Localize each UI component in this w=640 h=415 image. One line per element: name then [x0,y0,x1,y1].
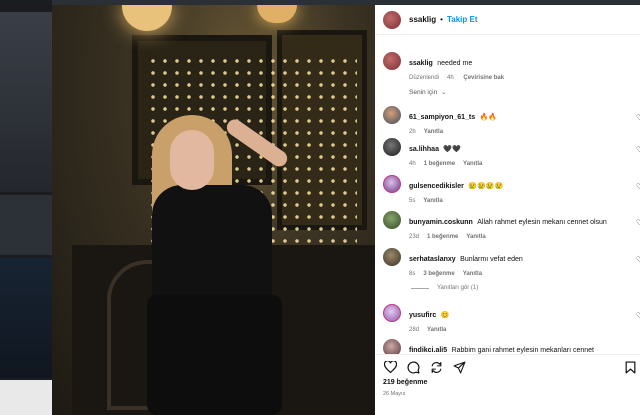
caption-age: 4h [447,75,454,81]
comment-username[interactable]: bunyamin.coskunn [409,219,473,226]
heart-icon[interactable] [383,360,397,374]
comment-like-heart-icon[interactable]: ♡ [636,255,640,264]
comment-item: findikci.ali5 Rabbim gani rahmet eylesin… [383,339,640,354]
comment-username[interactable]: yusufirc [409,312,436,319]
post-caption: ssaklig needed me Düzenlendi 4h Çevirisin… [383,52,512,81]
avatar[interactable] [383,304,401,322]
avatar[interactable] [383,339,401,354]
avatar[interactable] [383,138,401,156]
comment-text: Bunlarmı vefat eden [460,256,523,263]
comment-username[interactable]: serhataslanxy [409,256,456,263]
comment-text: 🔥🔥 [479,114,498,121]
comment-text: Rabbim gani rahmet eylesin mekanları cen… [451,347,594,354]
comment-item: serhataslanxy Bunlarmı vefat eden 8s 3 be… [383,248,640,277]
comment-like-heart-icon[interactable]: ♡ [636,218,640,227]
comment-item: bunyamin.coskunn Allah rahmet eylesin me… [383,211,640,240]
comment-item: yusufirc 😊 28d Yanıtla ♡ [383,304,640,333]
reply-button[interactable]: Yanıtla [463,271,482,277]
bookmark-icon[interactable] [623,360,637,374]
avatar[interactable] [383,106,401,124]
photo-lamp [257,5,297,23]
send-icon[interactable] [452,360,466,374]
avatar[interactable] [383,52,401,70]
post-date: 26 Mayıs [383,391,406,397]
sort-label: Senin için [409,89,438,96]
chevron-down-icon: ⌄ [441,90,447,96]
caption-text: needed me [437,60,473,67]
replies-divider [411,287,429,289]
comment-age: 4h [409,161,416,167]
post-header: ssaklig • Takip Et [375,5,640,35]
comment-item: 61_sampiyon_61_ts 🔥🔥 2h Yanıtla ♡ [383,106,640,135]
photo-lamp [122,5,172,31]
background-image [0,12,52,192]
comment-item: sa.lihhaa 🖤🖤 4h 1 beğenme Yanıtla ♡ [383,138,640,167]
reply-button[interactable]: Yanıtla [423,198,442,204]
comment-age: 28d [409,327,420,333]
likes-count[interactable]: 219 beğenme [383,379,427,386]
background-image [0,258,52,378]
comment-item: gulsencedikisler 😢😢😢😢 5s Yanıtla ♡ [383,175,640,204]
view-replies-label: Yanıtları gör (1) [437,285,479,291]
comment-like-heart-icon[interactable]: ♡ [636,145,640,154]
comment-age: 5s [409,198,416,204]
comment-age: 2h [409,129,416,135]
comment-like-heart-icon[interactable]: ♡ [636,311,640,320]
comment-username[interactable]: sa.lihhaa [409,146,439,153]
comment-like-heart-icon[interactable]: ♡ [636,113,640,122]
comment-icon[interactable] [406,360,420,374]
comment-text: 🖤🖤 [443,146,461,153]
avatar[interactable] [383,211,401,229]
translate-link[interactable]: Çevirisine bak [463,75,504,81]
comment-username[interactable]: findikci.ali5 [409,347,447,354]
photo-person-body [152,185,272,305]
comment-likes-count[interactable]: 1 beğenme [424,161,455,167]
share-icon[interactable] [429,360,443,374]
reply-button[interactable]: Yanıtla [427,327,446,333]
comment-age: 8s [409,271,416,277]
avatar[interactable] [383,10,401,29]
comment-like-heart-icon[interactable]: ♡ [636,182,640,191]
edited-label: Düzenlendi [409,75,440,81]
comment-likes-count[interactable]: 1 beğenme [427,234,458,240]
photo-person-face [170,130,214,190]
comments-list[interactable]: ssaklig needed me Düzenlendi 4h Çevirisin… [375,36,640,354]
comment-sort-dropdown[interactable]: Senin için ⌄ [409,89,446,96]
background-feed [0,0,52,415]
comment-age: 23d [409,234,420,240]
separator-dot: • [440,15,443,24]
instagram-post-modal: ssaklig • Takip Et ssaklig needed me Düz… [0,0,640,415]
caption-username[interactable]: ssaklig [409,60,433,67]
post-action-bar [375,354,640,378]
background-image [0,195,52,255]
comment-likes-count[interactable]: 3 beğenme [423,271,454,277]
background-image [0,380,52,415]
comment-text: Allah rahmet eylesin mekanı cennet olsun [477,219,607,226]
post-photo[interactable] [52,5,375,415]
reply-button[interactable]: Yanıtla [424,129,443,135]
post-side-panel: ssaklig • Takip Et ssaklig needed me Düz… [375,5,640,415]
follow-button[interactable]: Takip Et [447,15,478,24]
comment-username[interactable]: 61_sampiyon_61_ts [409,114,475,121]
view-replies-button[interactable]: Yanıtları gör (1) [411,285,478,291]
photo-person-legs [147,295,282,415]
avatar[interactable] [383,175,401,193]
avatar[interactable] [383,248,401,266]
comment-username[interactable]: gulsencedikisler [409,183,464,190]
reply-button[interactable]: Yanıtla [466,234,485,240]
reply-button[interactable]: Yanıtla [463,161,482,167]
comment-text: 😢😢😢😢 [468,183,504,190]
post-username[interactable]: ssaklig [409,15,436,24]
comment-text: 😊 [440,312,450,319]
